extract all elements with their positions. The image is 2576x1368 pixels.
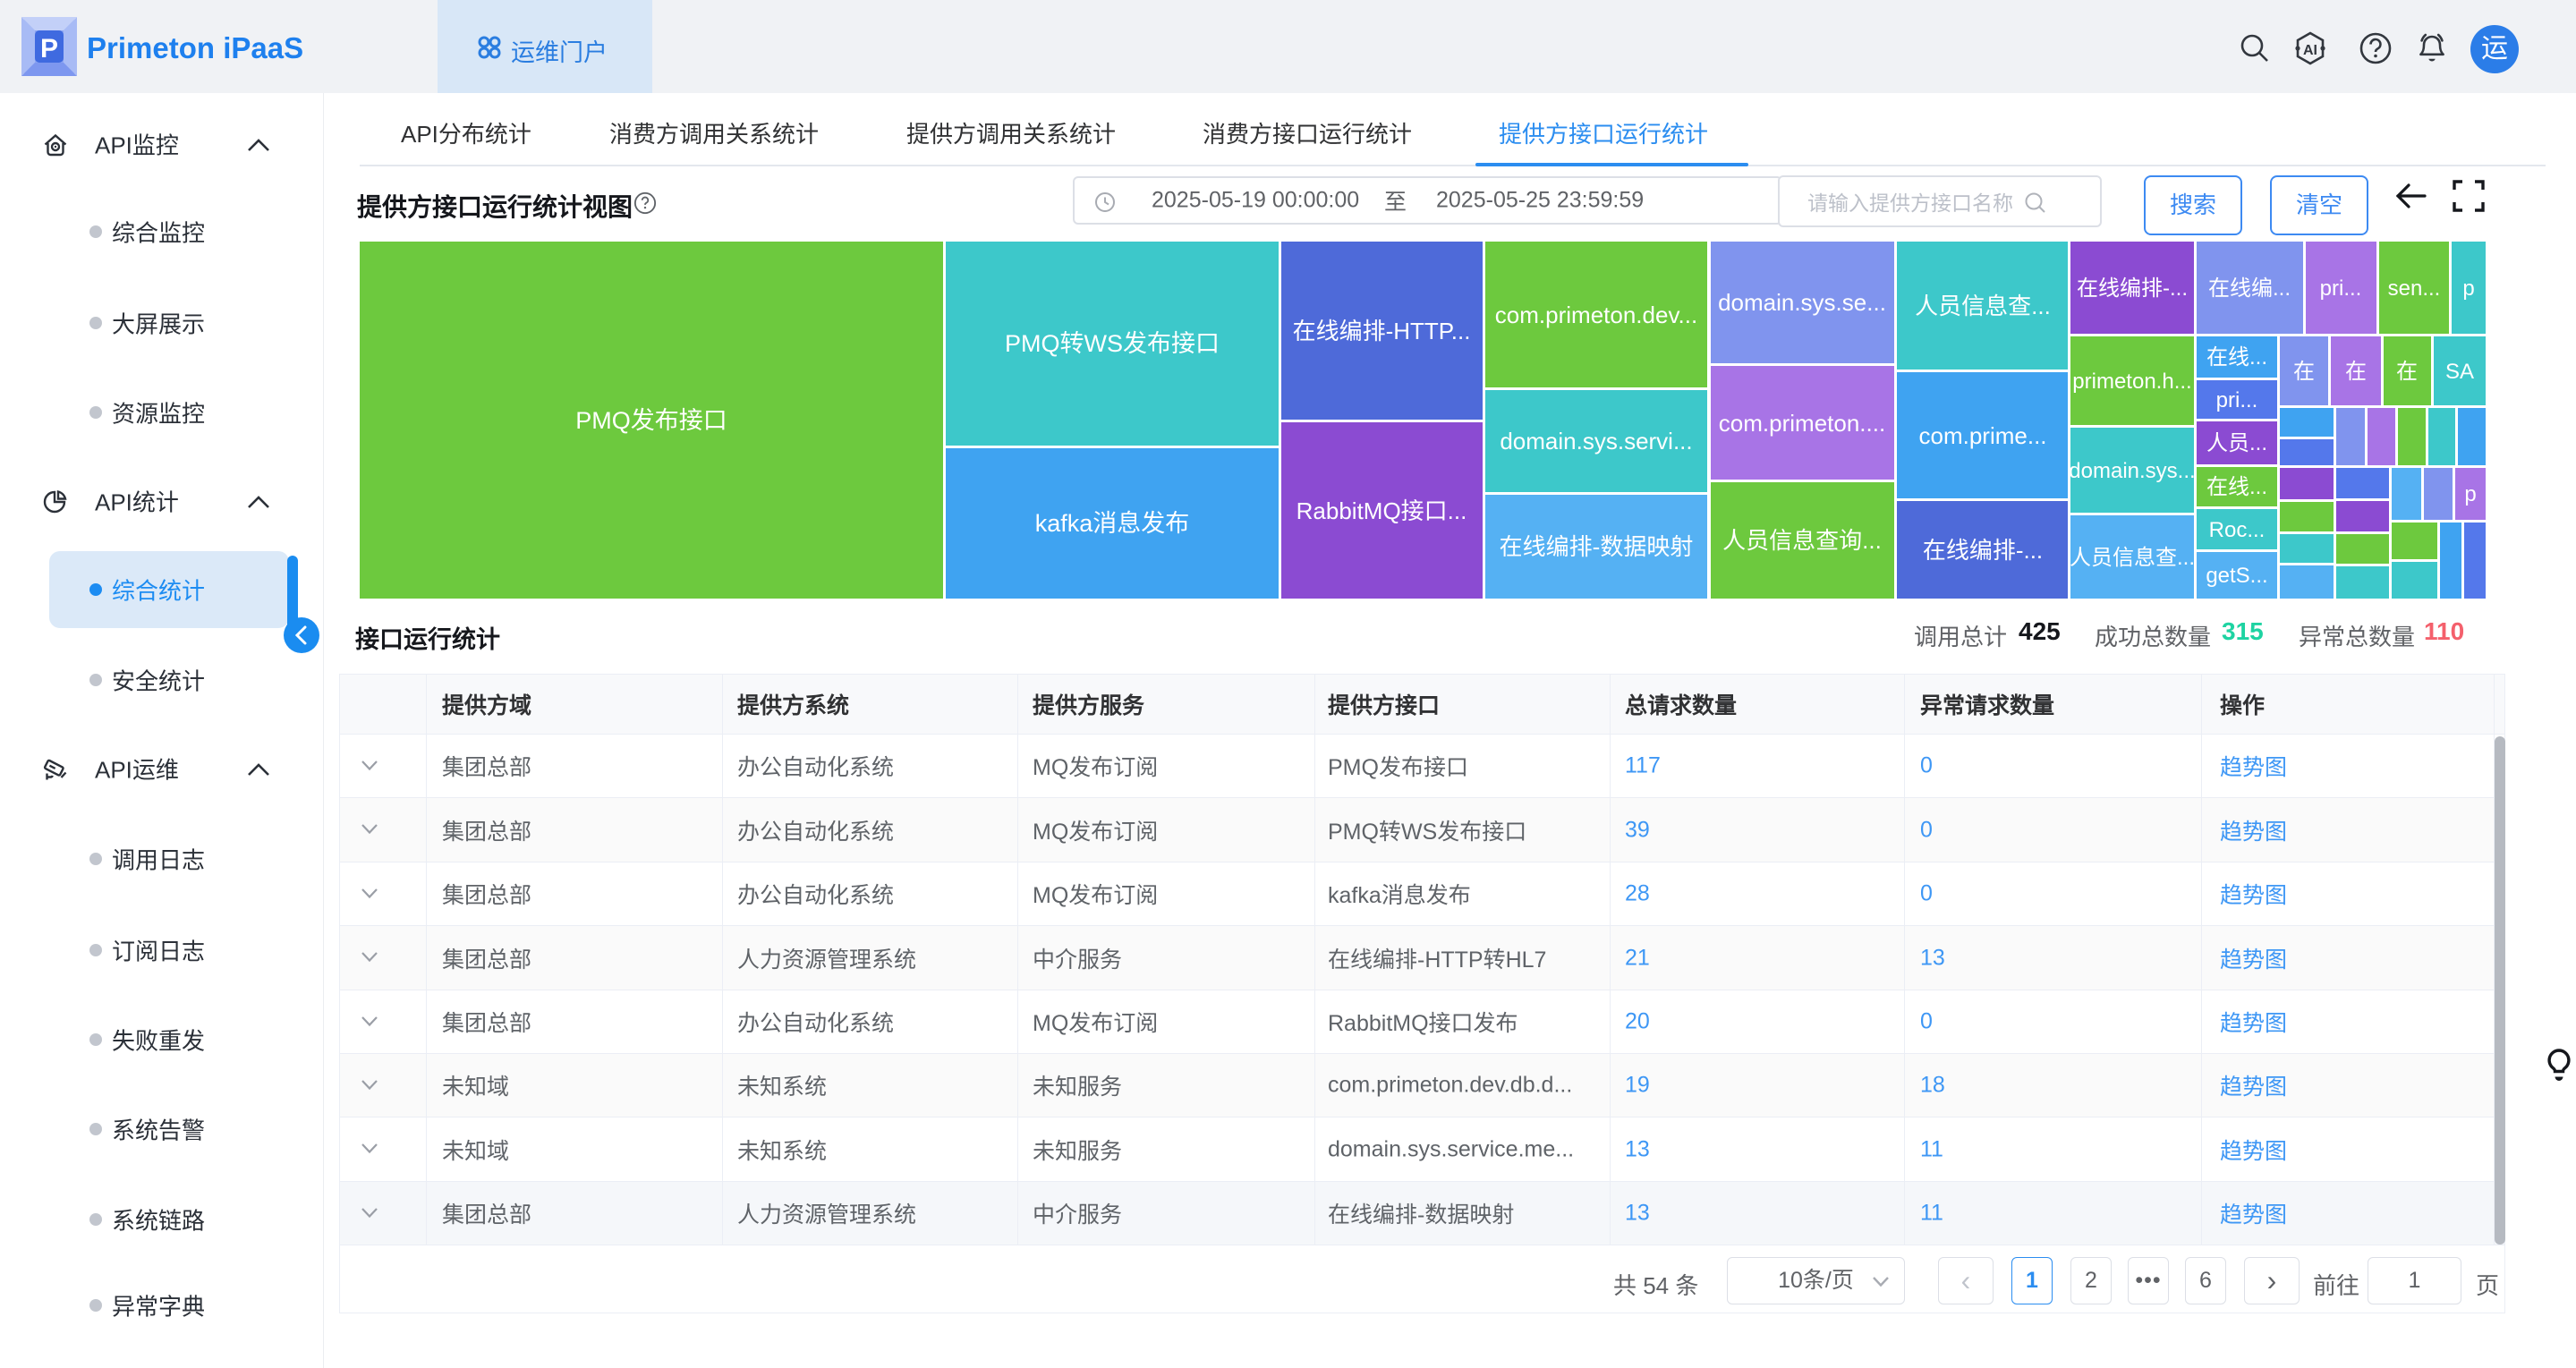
svg-text:在线编...: 在线编... (2208, 276, 2291, 301)
svg-text:domain.sys...: domain.sys... (2069, 459, 2195, 483)
svg-text:getS...: getS... (2206, 564, 2267, 588)
svg-text:kafka消息发布: kafka消息发布 (1035, 510, 1190, 537)
svg-text:在: 在 (2293, 360, 2315, 384)
svg-text:Roc...: Roc... (2209, 518, 2266, 542)
svg-text:p: p (2464, 482, 2476, 506)
svg-text:PMQ转WS发布接口: PMQ转WS发布接口 (1005, 330, 1220, 357)
svg-text:sen...: sen... (2388, 276, 2441, 301)
svg-text:domain.sys.se...: domain.sys.se... (1718, 289, 1886, 316)
svg-text:人员信息查询...: 人员信息查询... (1722, 527, 1882, 554)
svg-text:SA: SA (2445, 360, 2474, 384)
svg-text:com.prime...: com.prime... (1918, 422, 2046, 449)
svg-text:在线编排-HTTP...: 在线编排-HTTP... (1293, 318, 1471, 344)
svg-text:人员信息查...: 人员信息查... (2070, 546, 2195, 570)
svg-text:在线...: 在线... (2206, 345, 2267, 370)
svg-text:AI: AI (2303, 43, 2317, 58)
svg-text:p: p (2462, 276, 2474, 301)
svg-text:PMQ发布接口: PMQ发布接口 (575, 407, 727, 434)
svg-text:在线编排-...: 在线编排-... (2077, 276, 2188, 301)
svg-text:RabbitMQ接口...: RabbitMQ接口... (1297, 497, 1467, 524)
svg-text:P: P (40, 34, 58, 64)
svg-text:com.primeton.dev...: com.primeton.dev... (1495, 302, 1697, 328)
svg-text:domain.sys.servi...: domain.sys.servi... (1500, 428, 1692, 455)
svg-text:pri...: pri... (2216, 388, 2258, 412)
svg-text:在线编排-...: 在线编排-... (1923, 537, 2043, 564)
svg-text:primeton.h...: primeton.h... (2072, 370, 2191, 394)
svg-text:在: 在 (2396, 360, 2418, 384)
svg-text:com.primeton....: com.primeton.... (1719, 410, 1885, 437)
svg-text:pri...: pri... (2320, 276, 2362, 301)
svg-text:人员信息查...: 人员信息查... (1915, 293, 2051, 319)
svg-text:在线...: 在线... (2206, 475, 2267, 499)
svg-text:人员...: 人员... (2206, 431, 2267, 455)
svg-text:在线编排-数据映射: 在线编排-数据映射 (1500, 533, 1694, 560)
svg-text:在: 在 (2345, 360, 2367, 384)
